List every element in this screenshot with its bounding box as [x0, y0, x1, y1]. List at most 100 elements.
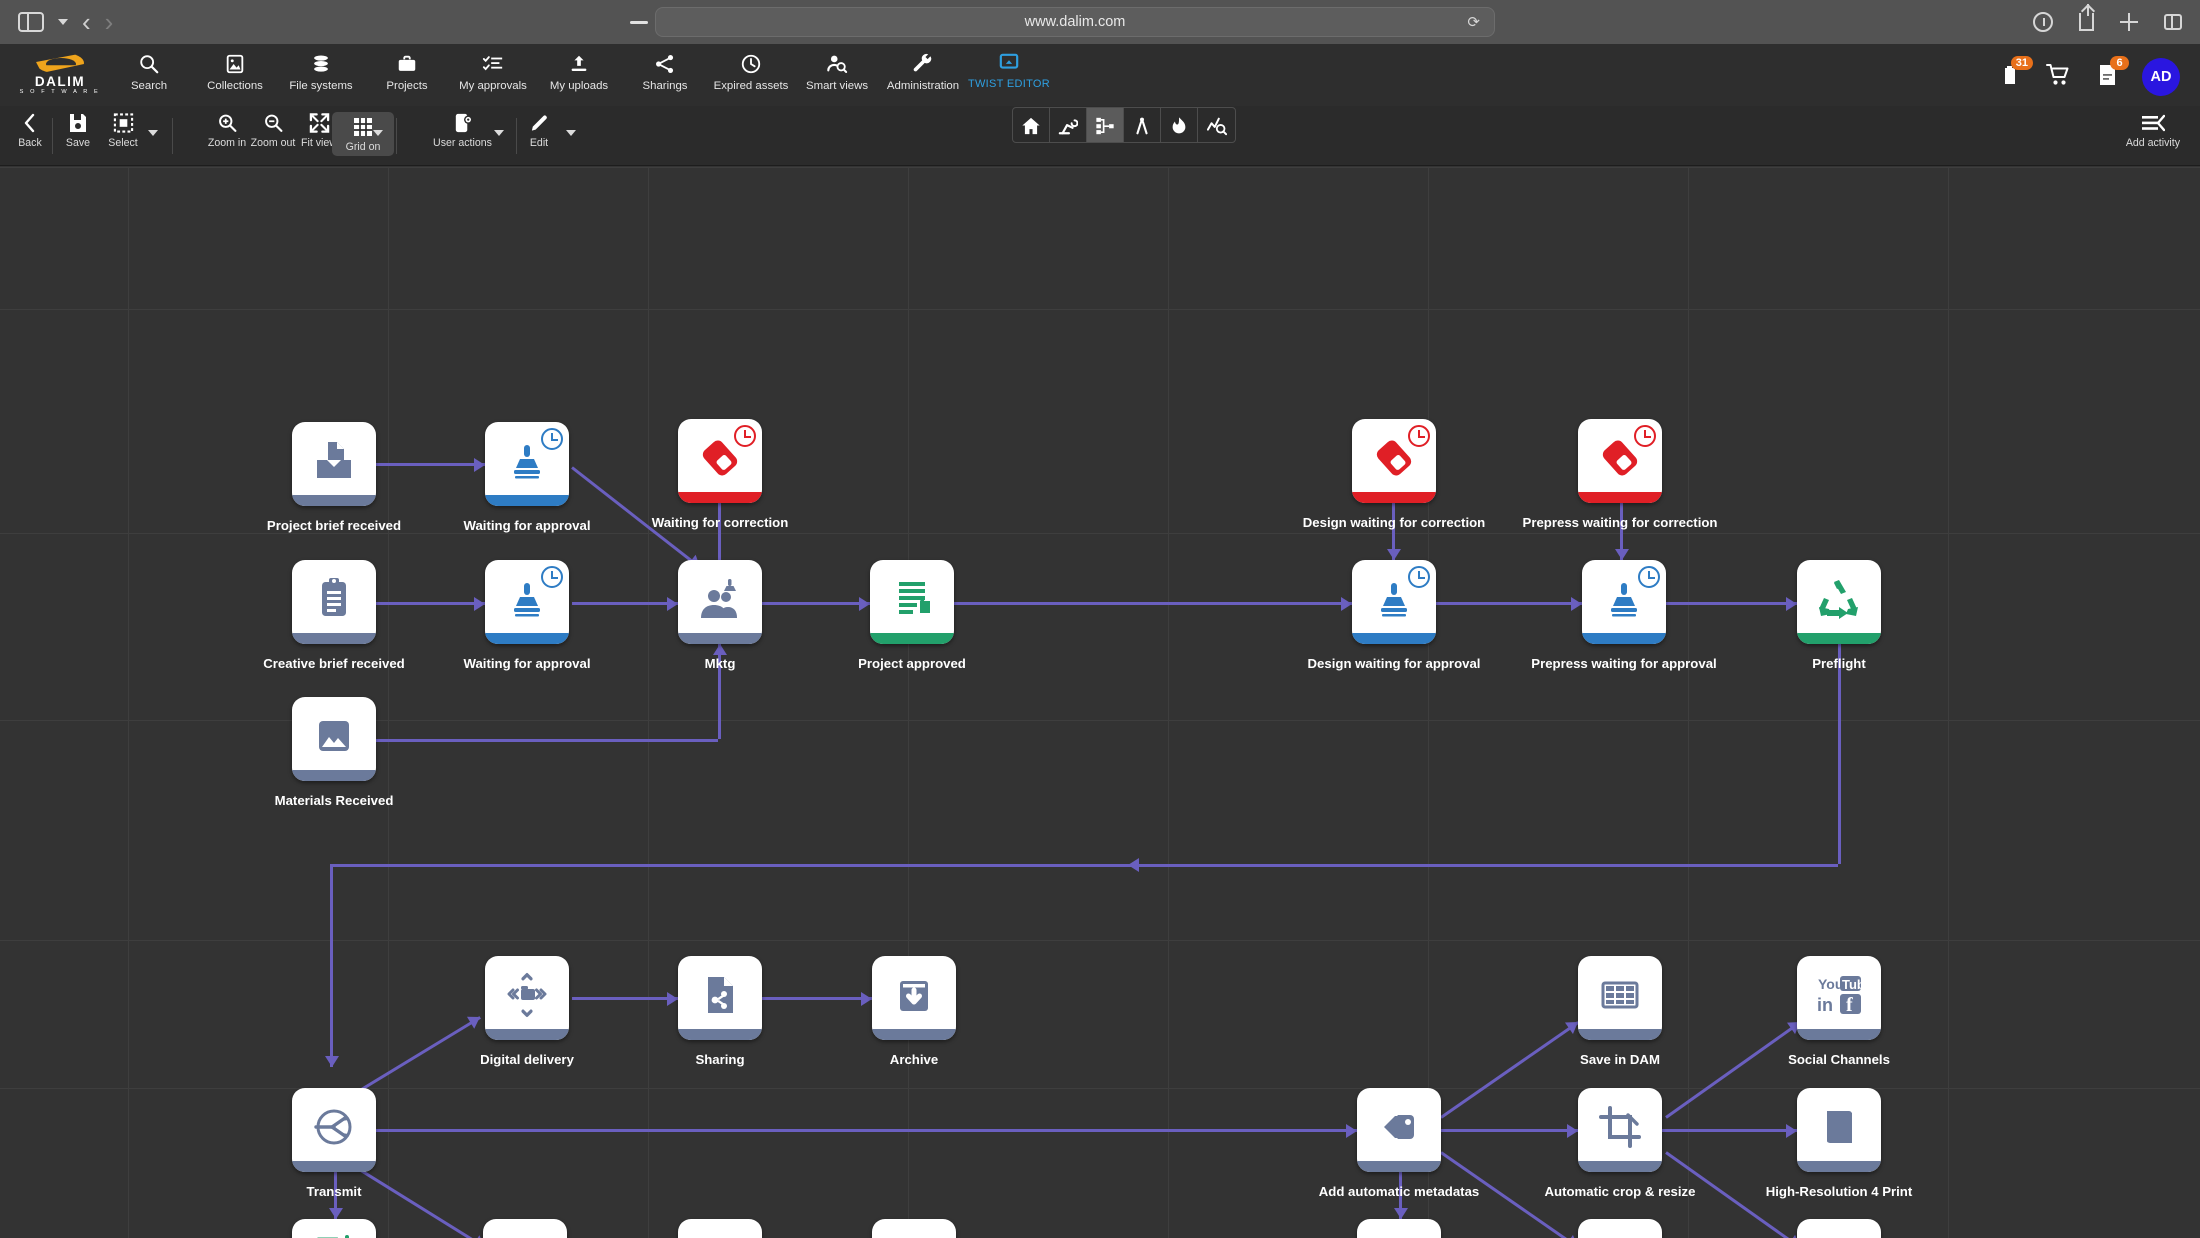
- node-card[interactable]: YouTubeinf: [1797, 956, 1881, 1040]
- node-card[interactable]: PDF: [292, 1219, 376, 1238]
- nav-item-projects[interactable]: Projects: [364, 44, 450, 92]
- workflow-node-high-resolution-4-print[interactable]: High-Resolution 4 Print: [1766, 1088, 1912, 1199]
- cart-button[interactable]: [2046, 63, 2072, 92]
- node-card[interactable]: [872, 956, 956, 1040]
- node-card[interactable]: [1797, 1088, 1881, 1172]
- node-card[interactable]: [483, 1219, 567, 1238]
- view-flame-button[interactable]: [1161, 108, 1198, 142]
- nav-item-twist-editor[interactable]: TWIST EDITOR: [966, 44, 1052, 90]
- node-card[interactable]: [292, 422, 376, 506]
- workflow-node-design-waiting-for-approval[interactable]: Design waiting for approval: [1308, 560, 1480, 671]
- workflow-node-archive-2[interactable]: Archive: [872, 1219, 956, 1238]
- workflow-node-automatic-crop-resize[interactable]: Automatic crop & resize: [1545, 1088, 1695, 1199]
- workflow-node-waiting-for-approval-1[interactable]: Waiting for approval: [464, 422, 591, 533]
- workflow-node-sharing-2[interactable]: Sharing: [678, 1219, 762, 1238]
- workflow-node-prepress-waiting-for-correction[interactable]: Prepress waiting for correction: [1523, 419, 1717, 530]
- chevron-down-icon[interactable]: [58, 19, 68, 25]
- workflow-node-waiting-for-approval-2[interactable]: Waiting for approval: [464, 560, 591, 671]
- edit-button[interactable]: Edit: [513, 112, 565, 149]
- workflow-node-epublication-generation[interactable]: EPublication Generation: [483, 1219, 567, 1238]
- workflow-node-project-brief-received[interactable]: Project brief received: [267, 422, 401, 533]
- workflow-node-social-channels[interactable]: YouTubeinf Social Channels: [1788, 956, 1890, 1067]
- save-button[interactable]: Save: [55, 112, 101, 149]
- node-card[interactable]: [292, 697, 376, 781]
- nav-item-sharings[interactable]: Sharings: [622, 44, 708, 92]
- nav-item-administration[interactable]: Administration: [880, 44, 966, 92]
- forward-arrow-icon[interactable]: ›: [105, 9, 114, 35]
- workflow-node-materials-received[interactable]: Materials Received: [275, 697, 393, 808]
- grid-toggle-button[interactable]: Grid on: [332, 112, 394, 156]
- view-compass-button[interactable]: [1124, 108, 1161, 142]
- nav-item-search[interactable]: Search: [106, 44, 192, 92]
- nav-item-file-systems[interactable]: File systems: [278, 44, 364, 92]
- node-card[interactable]: [678, 956, 762, 1040]
- nav-item-smart-views[interactable]: Smart views: [794, 44, 880, 92]
- node-card[interactable]: [1797, 1219, 1881, 1238]
- node-card[interactable]: [292, 560, 376, 644]
- tabs-overview-icon[interactable]: [2164, 14, 2182, 30]
- node-card[interactable]: [678, 1219, 762, 1238]
- workflow-node-waiting-for-correction[interactable]: Waiting for correction: [652, 419, 788, 530]
- downloads-icon[interactable]: [2033, 12, 2053, 32]
- workflow-node-digital-delivery[interactable]: Digital delivery: [480, 956, 574, 1067]
- node-card[interactable]: [1578, 1219, 1662, 1238]
- node-card[interactable]: [1357, 1088, 1441, 1172]
- nav-item-my-uploads[interactable]: My uploads: [536, 44, 622, 92]
- node-card[interactable]: [678, 419, 762, 503]
- workflow-node-add-to-collections[interactable]: Add to collections: [1578, 1219, 1662, 1238]
- workflow-node-website[interactable]: Website: [1797, 1219, 1881, 1238]
- nav-item-expired-assets[interactable]: Expired assets: [708, 44, 794, 92]
- node-card[interactable]: [678, 560, 762, 644]
- avatar[interactable]: AD: [2142, 58, 2180, 96]
- view-workflow-button[interactable]: [1087, 108, 1124, 142]
- workflow-node-add-automatic-metadatas[interactable]: Add automatic metadatas: [1319, 1088, 1479, 1199]
- workflow-node-preflight[interactable]: Preflight: [1797, 560, 1881, 671]
- workflow-node-archive-3[interactable]: Archive: [1357, 1219, 1441, 1238]
- workflow-node-archive-1[interactable]: Archive: [872, 956, 956, 1067]
- nav-item-collections[interactable]: Collections: [192, 44, 278, 92]
- view-robot-button[interactable]: [1050, 108, 1087, 142]
- node-card[interactable]: [1578, 956, 1662, 1040]
- url-bar[interactable]: www.dalim.com ⟳: [655, 7, 1495, 37]
- notes-button[interactable]: 6: [2096, 55, 2129, 92]
- workflow-node-mktg[interactable]: Mktg: [678, 560, 762, 671]
- user-actions-dropdown-chevron-icon[interactable]: [494, 130, 504, 136]
- back-arrow-icon[interactable]: ‹: [82, 9, 91, 35]
- workflow-node-project-approved[interactable]: Project approved: [858, 560, 966, 671]
- select-dropdown-chevron-icon[interactable]: [148, 130, 158, 136]
- plus-icon[interactable]: [2120, 13, 2138, 31]
- basket-button[interactable]: 31: [2000, 55, 2033, 92]
- select-button[interactable]: Select: [97, 112, 149, 149]
- node-card[interactable]: [485, 422, 569, 506]
- workflow-node-save-in-dam[interactable]: Save in DAM: [1578, 956, 1662, 1067]
- node-card[interactable]: [1797, 560, 1881, 644]
- node-card[interactable]: [292, 1088, 376, 1172]
- edit-dropdown-chevron-icon[interactable]: [566, 130, 576, 136]
- workflow-node-sharing-1[interactable]: Sharing: [678, 956, 762, 1067]
- view-trend-inspect-button[interactable]: [1198, 108, 1235, 142]
- view-home-button[interactable]: [1013, 108, 1050, 142]
- node-card[interactable]: [1578, 1088, 1662, 1172]
- node-card[interactable]: [1582, 560, 1666, 644]
- node-card[interactable]: [870, 560, 954, 644]
- back-button[interactable]: Back: [8, 112, 52, 149]
- sidebar-toggle-icon[interactable]: [18, 12, 44, 32]
- dalim-logo[interactable]: DALIM S O F T W A R E: [14, 51, 106, 95]
- grid-dropdown-chevron-icon[interactable]: [373, 130, 383, 136]
- node-card[interactable]: [485, 956, 569, 1040]
- add-activity-button[interactable]: Add activity: [2126, 112, 2180, 149]
- node-card[interactable]: [1357, 1219, 1441, 1238]
- node-card[interactable]: [1352, 419, 1436, 503]
- nav-item-my-approvals[interactable]: My approvals: [450, 44, 536, 92]
- workflow-canvas[interactable]: Project brief received Waiting for approv…: [0, 167, 2200, 1238]
- workflow-node-creative-brief-received[interactable]: Creative brief received: [263, 560, 405, 671]
- workflow-node-design-waiting-for-correction[interactable]: Design waiting for correction: [1303, 419, 1485, 530]
- share-icon[interactable]: [2079, 4, 2094, 31]
- node-card[interactable]: [872, 1219, 956, 1238]
- reload-icon[interactable]: ⟳: [1467, 13, 1480, 31]
- workflow-node-optimise-pdf[interactable]: PDFOptimise PDF: [292, 1219, 376, 1238]
- node-card[interactable]: [485, 560, 569, 644]
- workflow-node-prepress-waiting-for-approval[interactable]: Prepress waiting for approval: [1531, 560, 1717, 671]
- minimize-icon[interactable]: [630, 20, 648, 24]
- workflow-node-transmit[interactable]: Transmit: [292, 1088, 376, 1199]
